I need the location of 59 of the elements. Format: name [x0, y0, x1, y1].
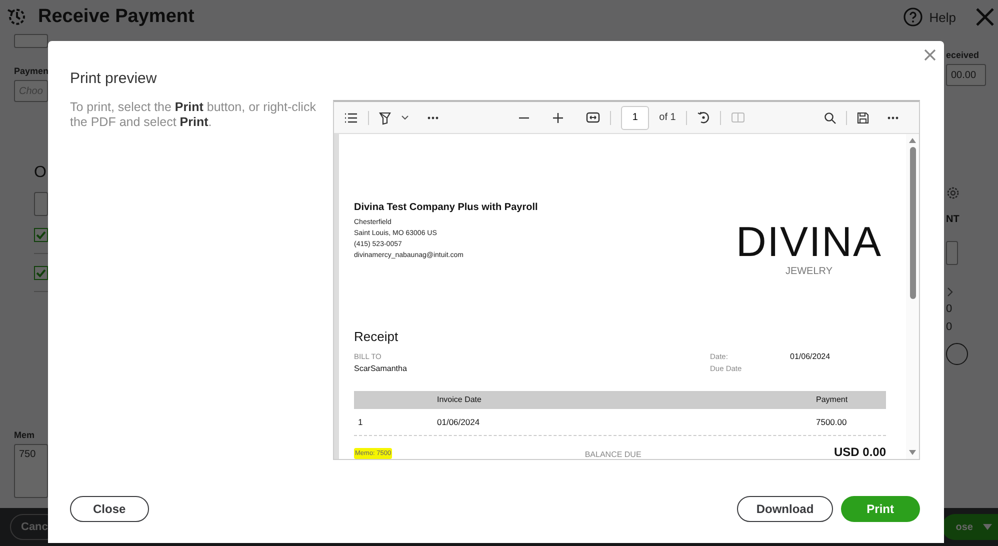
row-checkbox[interactable] — [34, 228, 48, 242]
print-button[interactable]: Print — [840, 496, 920, 522]
table-cell-text: 7500.00 — [816, 416, 848, 427]
amount-field[interactable]: 00.00 — [946, 64, 986, 86]
fit-width-icon[interactable] — [586, 112, 600, 123]
circle-button[interactable] — [946, 343, 968, 365]
chevron-down-icon[interactable] — [401, 114, 409, 120]
close-icon[interactable] — [976, 8, 994, 26]
scroll-up-icon[interactable] — [909, 138, 916, 143]
close-icon[interactable] — [924, 49, 936, 61]
page-count: of 1 — [659, 112, 676, 123]
balance-due-amount: USD 0.00 — [834, 445, 886, 459]
customer-name: ScarSamantha — [354, 363, 408, 375]
history-icon — [6, 6, 28, 28]
help-link[interactable]: Help — [929, 10, 956, 24]
contents-list-icon[interactable] — [344, 112, 358, 124]
scrollbar[interactable] — [906, 134, 919, 459]
download-button[interactable]: Download — [737, 496, 833, 522]
close-button[interactable]: Close — [70, 496, 149, 522]
caret-icon[interactable] — [983, 524, 992, 530]
save-icon[interactable] — [857, 112, 869, 124]
date-field[interactable] — [14, 34, 48, 48]
field-label: eceived — [946, 50, 980, 60]
rotate-icon[interactable] — [696, 111, 710, 124]
row-checkbox[interactable] — [34, 266, 48, 280]
print-instructions: To print, select the Print button, or right-click the PDF and select Print. — [70, 100, 317, 131]
document-title: Receipt — [354, 329, 400, 344]
column-header: Invoice Date — [437, 395, 482, 404]
settings-icon[interactable] — [946, 186, 960, 200]
two-page-icon[interactable] — [730, 112, 745, 123]
date-value: 01/06/2024 — [790, 351, 830, 363]
logo-tagline: JEWELRY — [785, 266, 833, 277]
field-label: Mem — [14, 430, 36, 440]
chevron-right-icon[interactable] — [946, 287, 954, 297]
highlighter-icon[interactable] — [379, 110, 391, 124]
column-heading: NT — [946, 214, 960, 225]
table-cell-text: 01/06/2024 — [437, 416, 481, 427]
save-button[interactable]: ose — [942, 514, 998, 540]
zoom-in-icon[interactable] — [552, 112, 564, 124]
page-title: Receive Payment — [38, 6, 194, 28]
table-cell-text: 1 — [357, 416, 364, 427]
logo-name: DIVINA — [736, 220, 882, 264]
more-icon[interactable] — [887, 116, 899, 120]
balance-due-label: BALANCE DUE — [584, 450, 642, 459]
page-number-field[interactable]: 1 — [621, 106, 650, 130]
scroll-down-icon[interactable] — [909, 450, 916, 455]
filter-field[interactable] — [34, 192, 48, 216]
total-amount: 0 — [946, 321, 952, 333]
more-icon[interactable] — [427, 116, 439, 120]
dialog-title: Print preview — [70, 70, 158, 87]
section-heading: O — [34, 164, 48, 182]
help-icon[interactable] — [903, 7, 924, 27]
field-label: Paymen — [14, 66, 48, 76]
column-header: Payment — [816, 395, 849, 404]
total-amount: 0 — [946, 303, 952, 315]
amount-field[interactable] — [946, 241, 958, 265]
memo-field[interactable]: 750 — [14, 444, 48, 498]
search-icon[interactable] — [824, 112, 836, 124]
company-name: Divina Test Company Plus with Payroll — [354, 202, 538, 213]
